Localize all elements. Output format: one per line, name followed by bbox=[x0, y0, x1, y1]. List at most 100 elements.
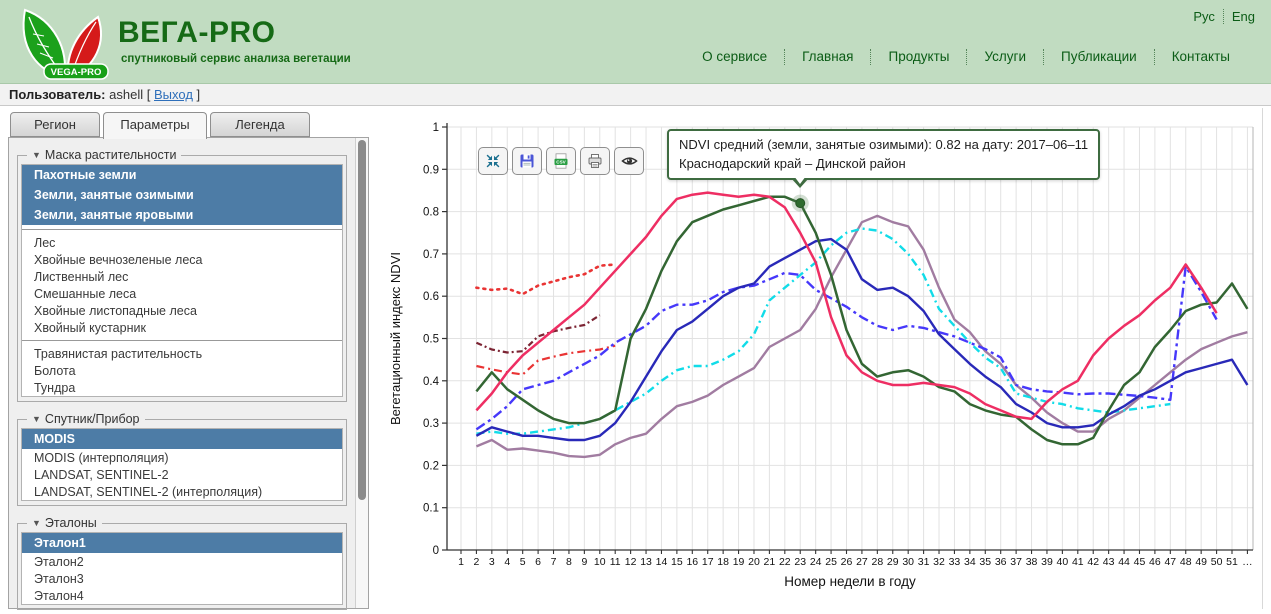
nav-item-1[interactable]: О сервисе bbox=[685, 49, 784, 65]
x-tick-label: 9 bbox=[581, 556, 587, 568]
x-tick-label: 31 bbox=[918, 556, 930, 568]
x-tick-label: 44 bbox=[1118, 556, 1130, 568]
list-item[interactable]: Земли, занятые яровыми bbox=[22, 205, 342, 225]
list-item[interactable]: Хвойный кустарник bbox=[22, 319, 342, 336]
list-item[interactable]: Эталон3 bbox=[22, 570, 342, 587]
x-tick-label: 38 bbox=[1026, 556, 1038, 568]
fit-screen-icon bbox=[485, 153, 501, 169]
y-tick-label: 0.9 bbox=[423, 164, 439, 176]
list-item[interactable]: Смешанные леса bbox=[22, 285, 342, 302]
series-red-dash-dot bbox=[476, 346, 615, 375]
sidebar-scrollbar[interactable] bbox=[355, 138, 368, 608]
tooltip-line1: NDVI средний (земли, занятые озимыми): 0… bbox=[679, 135, 1088, 154]
x-tick-label: 15 bbox=[671, 556, 683, 568]
x-tick-label: 14 bbox=[656, 556, 668, 568]
list-item[interactable]: Земли, занятые озимыми bbox=[22, 185, 342, 205]
group-1: ▼Маска растительностиПахотные землиЗемли… bbox=[17, 148, 347, 402]
list-item[interactable]: LANDSAT, SENTINEL-2 (интерполяция) bbox=[22, 483, 342, 500]
export-csv-button[interactable]: CSV bbox=[546, 147, 576, 175]
tab-1[interactable]: Регион bbox=[10, 112, 100, 137]
x-tick-label: 50 bbox=[1211, 556, 1223, 568]
csv-icon: CSV bbox=[553, 153, 569, 169]
list-item[interactable]: Хвойные вечнозеленые леса bbox=[22, 251, 342, 268]
x-tick-label: 36 bbox=[995, 556, 1007, 568]
logout-bracket-open: [ bbox=[147, 87, 151, 102]
list-item[interactable]: Хвойные листопадные леса bbox=[22, 302, 342, 319]
group-listbox: Эталон1Эталон2Эталон3Эталон4 bbox=[21, 532, 343, 605]
tooltip-line2: Краснодарский край – Динской район bbox=[679, 154, 1088, 173]
x-tick-label: 32 bbox=[933, 556, 945, 568]
vega-pro-page: { "colors":{ "header_bg":"#c1dcc1","bran… bbox=[0, 0, 1271, 609]
list-separator bbox=[22, 229, 342, 230]
x-tick-label: 6 bbox=[535, 556, 541, 568]
list-item[interactable]: Лес bbox=[22, 234, 342, 251]
y-tick-label: 0.2 bbox=[423, 460, 439, 472]
x-tick-label: 5 bbox=[520, 556, 526, 568]
group-legend[interactable]: ▼Спутник/Прибор bbox=[27, 412, 145, 426]
list-item[interactable]: MODIS bbox=[22, 429, 342, 449]
x-tick-label: 8 bbox=[566, 556, 572, 568]
language-switcher: РусEng bbox=[1193, 9, 1255, 24]
x-tick-label: 19 bbox=[733, 556, 745, 568]
list-item[interactable]: Эталон1 bbox=[22, 533, 342, 553]
x-tick-label: 43 bbox=[1103, 556, 1115, 568]
collapse-triangle-icon: ▼ bbox=[32, 518, 41, 528]
logout-link[interactable]: Выход bbox=[154, 87, 193, 102]
y-axis-title: Вегетационный индекс NDVI bbox=[388, 252, 403, 425]
group-legend[interactable]: ▼ Маска растительности bbox=[27, 148, 181, 162]
x-tick-label: 20 bbox=[748, 556, 760, 568]
x-tick-label: 35 bbox=[979, 556, 991, 568]
list-item[interactable]: Эталон2 bbox=[22, 553, 342, 570]
group-2: ▼Спутник/Прибор MODISMODIS (интерполяция)… bbox=[17, 412, 347, 506]
x-tick-label: 24 bbox=[810, 556, 822, 568]
list-item[interactable]: Лиственный лес bbox=[22, 268, 342, 285]
y-tick-label: 0.7 bbox=[423, 249, 439, 261]
collapse-triangle-icon: ▼ bbox=[32, 150, 41, 160]
lang-eng[interactable]: Eng bbox=[1224, 9, 1255, 24]
tab-2[interactable]: Параметры bbox=[103, 112, 207, 139]
group-listbox: MODISMODIS (интерполяция)LANDSAT, SENTIN… bbox=[21, 428, 343, 501]
preview-button[interactable] bbox=[614, 147, 644, 175]
tab-3[interactable]: Легенда bbox=[210, 112, 310, 137]
brand-title: ВЕГА-PRO bbox=[118, 16, 275, 50]
print-button[interactable] bbox=[580, 147, 610, 175]
nav-item-3[interactable]: Продукты bbox=[870, 49, 966, 65]
list-item[interactable]: Пахотные земли bbox=[22, 165, 342, 185]
list-item[interactable]: Болота bbox=[22, 362, 342, 379]
x-tick-label: 28 bbox=[871, 556, 883, 568]
ndvi-chart[interactable]: 10.90.80.70.60.50.40.30.20.1012345678910… bbox=[380, 108, 1262, 609]
collapse-triangle-icon: ▼ bbox=[32, 414, 41, 424]
x-tick-label: 23 bbox=[794, 556, 806, 568]
nav-item-6[interactable]: Контакты bbox=[1154, 49, 1247, 65]
fit-screen-button[interactable] bbox=[478, 147, 508, 175]
list-item[interactable]: Травянистая растительность bbox=[22, 345, 342, 362]
sidebar-scrollbar-thumb[interactable] bbox=[358, 140, 366, 500]
nav-item-4[interactable]: Услуги bbox=[966, 49, 1043, 65]
printer-icon bbox=[587, 153, 603, 169]
list-item[interactable]: Тундра bbox=[22, 379, 342, 396]
group-legend[interactable]: ▼Эталоны bbox=[27, 516, 102, 530]
x-tick-label: 11 bbox=[610, 556, 621, 568]
y-tick-label: 0 bbox=[433, 545, 439, 557]
y-tick-label: 1 bbox=[433, 122, 439, 134]
eye-icon bbox=[621, 153, 638, 169]
list-item[interactable]: Эталон4 bbox=[22, 587, 342, 604]
y-tick-label: 0.4 bbox=[423, 376, 440, 388]
save-button[interactable] bbox=[512, 147, 542, 175]
group-title: Маска растительности bbox=[45, 148, 177, 162]
x-tick-label: 2 bbox=[473, 556, 479, 568]
username: ashell bbox=[109, 87, 143, 102]
x-tick-label: 27 bbox=[856, 556, 868, 568]
list-item[interactable]: MODIS (интерполяция) bbox=[22, 449, 342, 466]
group-listbox: Пахотные землиЗемли, занятые озимымиЗемл… bbox=[21, 164, 343, 397]
logout-bracket-close: ] bbox=[197, 87, 201, 102]
nav-item-2[interactable]: Главная bbox=[784, 49, 870, 65]
nav-item-5[interactable]: Публикации bbox=[1043, 49, 1154, 65]
lang-рус[interactable]: Рус bbox=[1193, 9, 1224, 24]
sidebar-groups: ▼Маска растительностиПахотные землиЗемли… bbox=[9, 148, 368, 610]
y-tick-label: 0.3 bbox=[423, 418, 439, 430]
x-tick-label: 21 bbox=[764, 556, 776, 568]
x-tick-label: … bbox=[1242, 556, 1253, 568]
list-item[interactable]: LANDSAT, SENTINEL-2 bbox=[22, 466, 342, 483]
x-tick-label: 39 bbox=[1041, 556, 1053, 568]
